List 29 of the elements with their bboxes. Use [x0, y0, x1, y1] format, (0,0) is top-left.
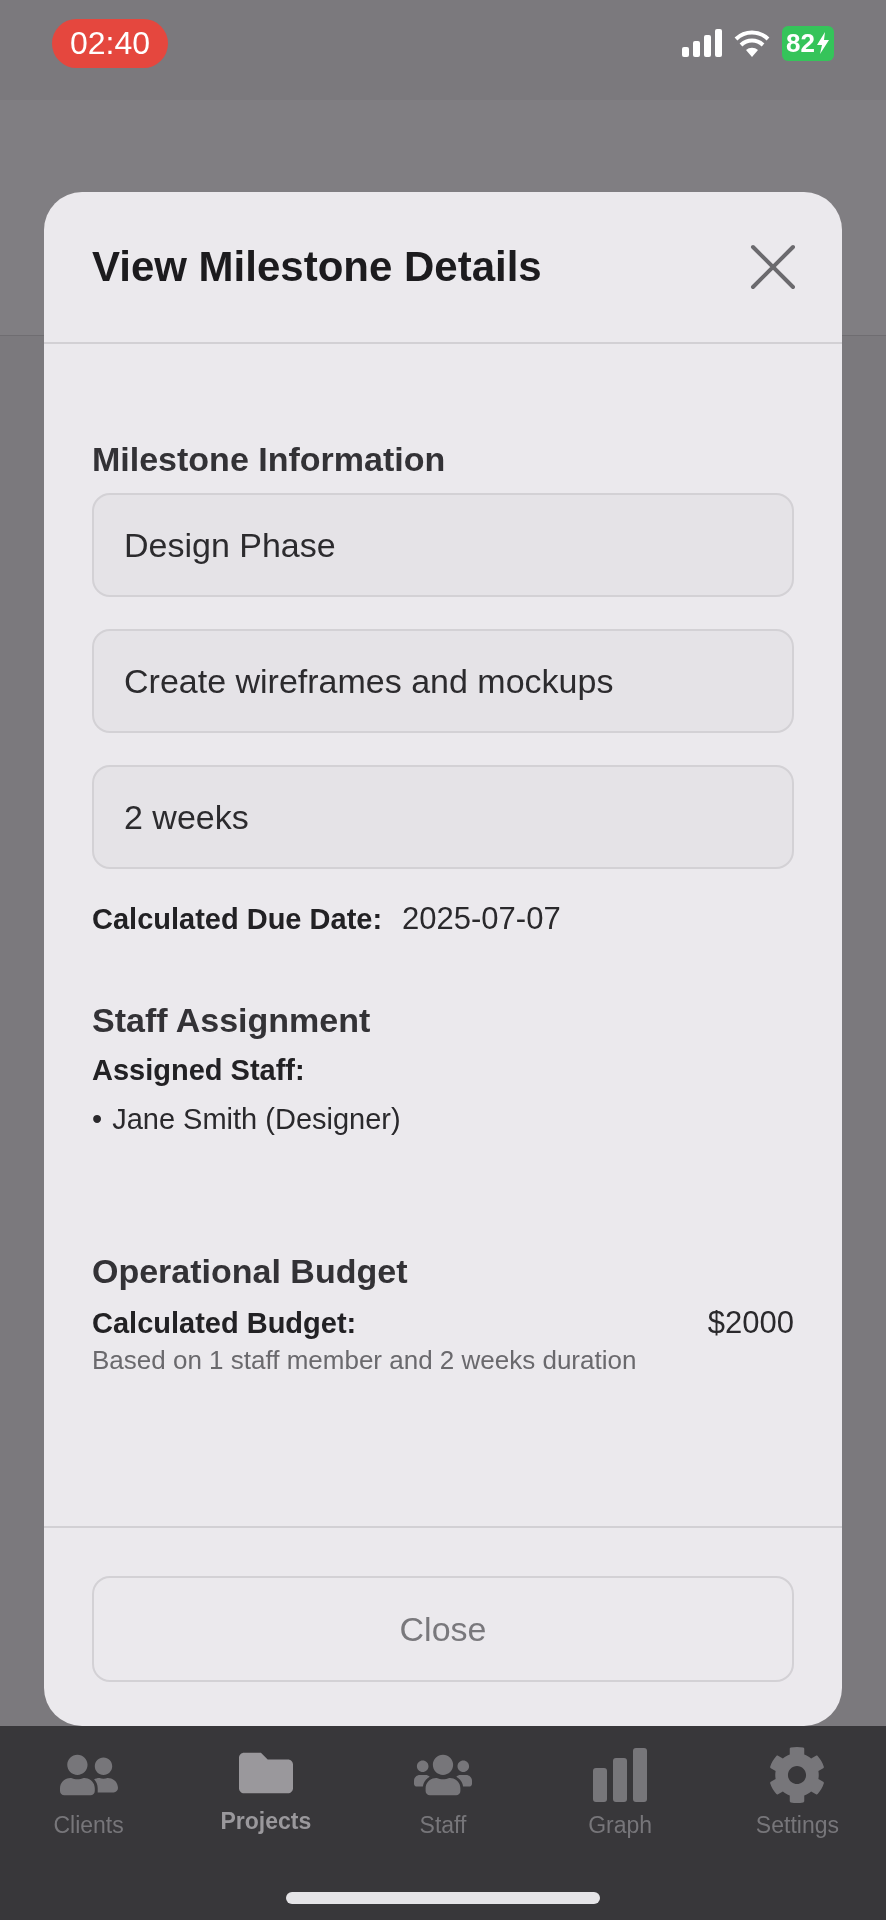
tab[interactable]: Clients	[0, 1746, 178, 1920]
close-icon	[748, 242, 798, 292]
signal-icon	[682, 29, 723, 57]
tab[interactable]: Settings	[708, 1746, 886, 1920]
tab[interactable]: Staff	[354, 1746, 532, 1920]
due-date-value: 2025-07-07	[402, 901, 561, 937]
budget-value: $2000	[707, 1305, 794, 1341]
staff-label: Assigned Staff:	[92, 1054, 306, 1087]
staff-member: Jane Smith (Designer)	[112, 1103, 401, 1136]
budget-note: Based on 1 staff member and 2 weeks duration	[92, 1345, 638, 1376]
close-button[interactable]: Close	[92, 1576, 794, 1682]
due-date-label: Calculated Due Date:	[92, 903, 383, 936]
input-field[interactable]: 2 weeks	[92, 765, 794, 869]
bar-chart-icon	[591, 1746, 650, 1804]
input-field[interactable]: Create wireframes and mockups	[92, 629, 794, 733]
battery-indicator: 82	[782, 25, 834, 61]
section-heading: Staff Assignment	[92, 1001, 372, 1040]
modal-title: View Milestone Details	[92, 243, 542, 291]
settings-icon	[768, 1746, 827, 1804]
budget-label: Calculated Budget:	[92, 1307, 357, 1340]
wifi-icon	[734, 29, 771, 57]
close-button[interactable]	[748, 242, 798, 292]
time-pill: 02:40	[52, 18, 169, 68]
bullet: •	[92, 1103, 103, 1136]
tab[interactable]: Projects	[177, 1746, 355, 1920]
tab[interactable]: Graph	[531, 1746, 709, 1920]
input-field[interactable]: Design Phase	[92, 493, 794, 597]
section-heading: Operational Budget	[92, 1252, 409, 1291]
section-heading: Milestone Information	[92, 440, 447, 479]
